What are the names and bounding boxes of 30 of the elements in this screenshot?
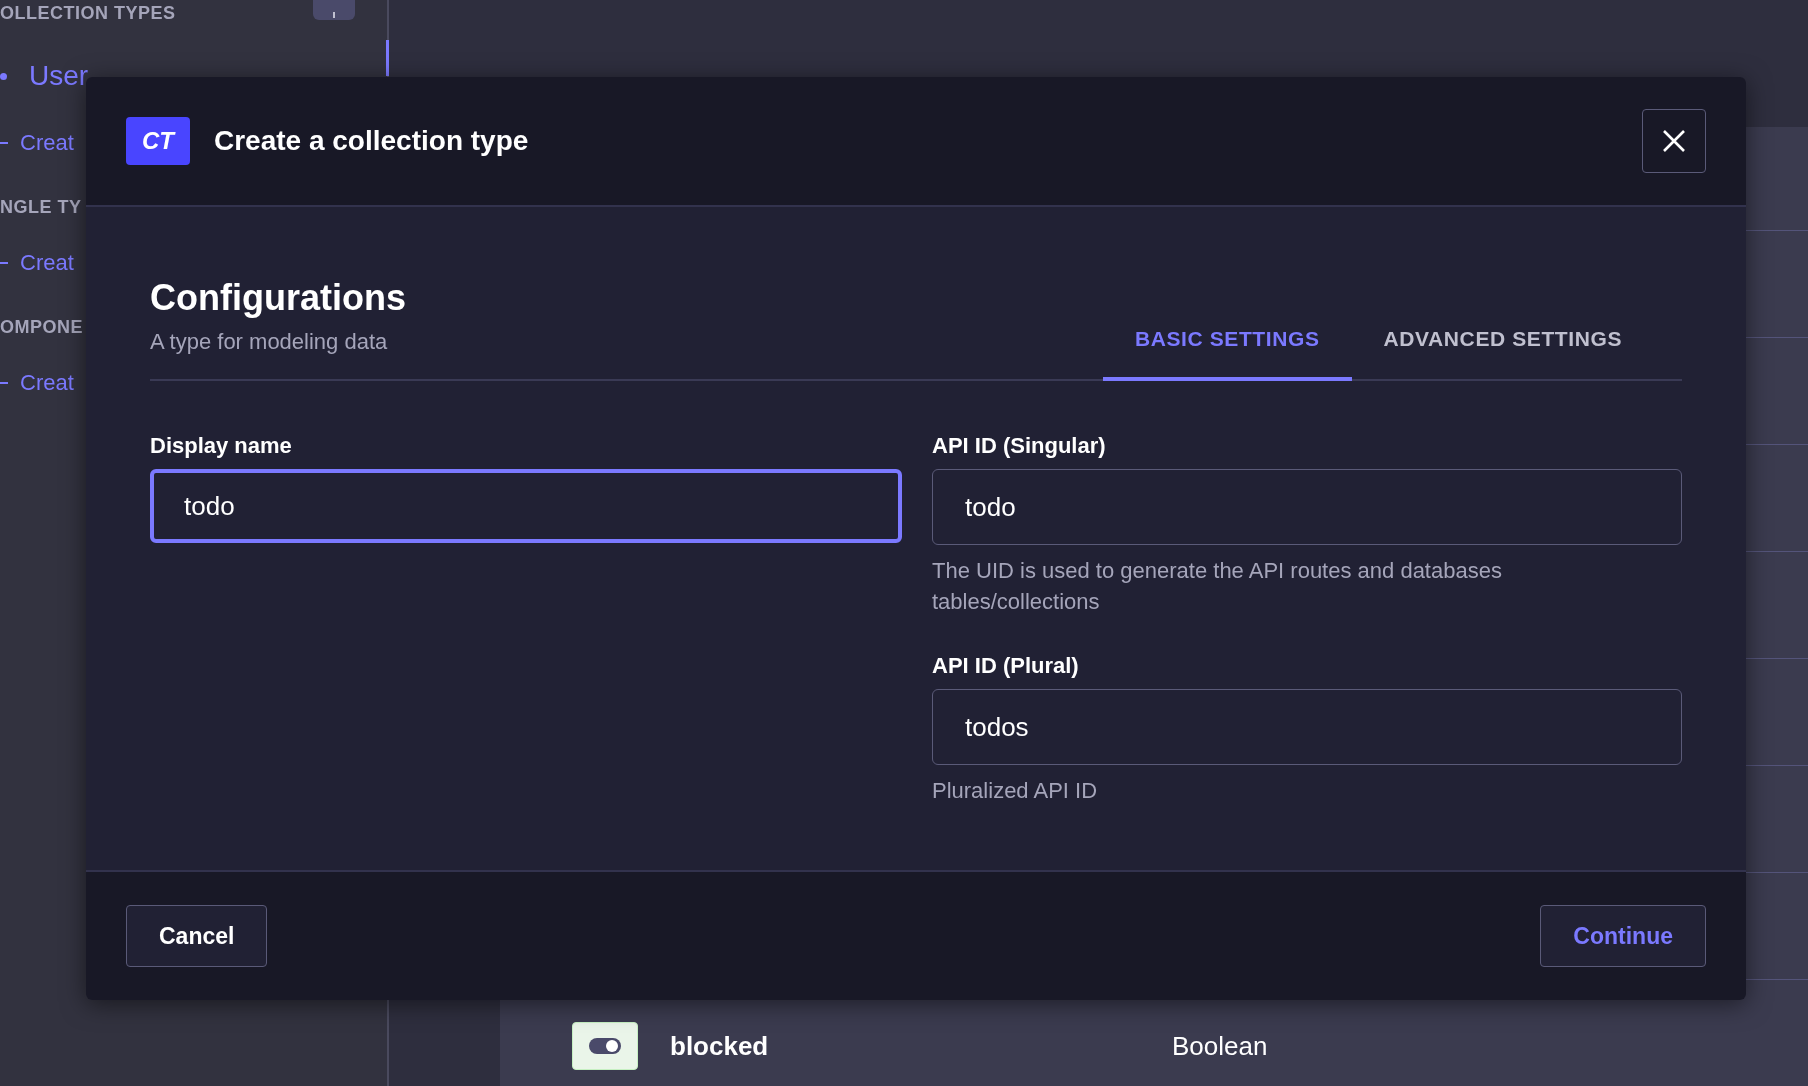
field-type: Boolean — [1172, 1030, 1268, 1062]
field-name: blocked — [670, 1030, 770, 1062]
field-hint: The UID is used to generate the API routes and databases tables/collections — [932, 557, 1503, 616]
field-label: Display name — [150, 433, 293, 459]
section-heading: OLLECTION TYPES — [0, 2, 176, 24]
section-heading: NGLE TY — [0, 196, 82, 218]
field-hint: Pluralized API ID — [932, 777, 1099, 805]
type-badge: CT — [126, 117, 190, 165]
bullet-icon — [0, 72, 7, 80]
modal-title: Create a collection type — [214, 125, 530, 157]
field-label: API ID (Plural) — [932, 653, 1080, 679]
sidebar-link[interactable]: Creat — [20, 250, 74, 276]
close-button[interactable] — [1642, 109, 1706, 173]
text-field[interactable]: todo — [150, 469, 902, 543]
toggle-icon — [572, 1022, 638, 1070]
section-heading: OMPONE — [0, 316, 83, 338]
continue-button[interactable]: Continue — [1540, 905, 1706, 967]
sidebar-link[interactable]: User — [29, 60, 89, 92]
text-field[interactable]: todo — [932, 469, 1682, 545]
settings-tab[interactable]: ADVANCED SETTINGS — [1351, 327, 1654, 381]
cancel-button[interactable]: Cancel — [126, 905, 268, 967]
section-subtitle: A type for modeling data — [150, 329, 389, 355]
field-label: API ID (Singular) — [932, 433, 1107, 459]
text-field[interactable]: todos — [932, 689, 1682, 765]
close-icon — [1662, 129, 1686, 153]
sidebar-link[interactable]: Creat — [20, 130, 74, 156]
scroll-indicator — [386, 40, 389, 76]
section-title: Configurations — [150, 277, 406, 319]
settings-tab[interactable]: BASIC SETTINGS — [1102, 327, 1352, 381]
sidebar-link[interactable]: Creat — [20, 370, 74, 396]
